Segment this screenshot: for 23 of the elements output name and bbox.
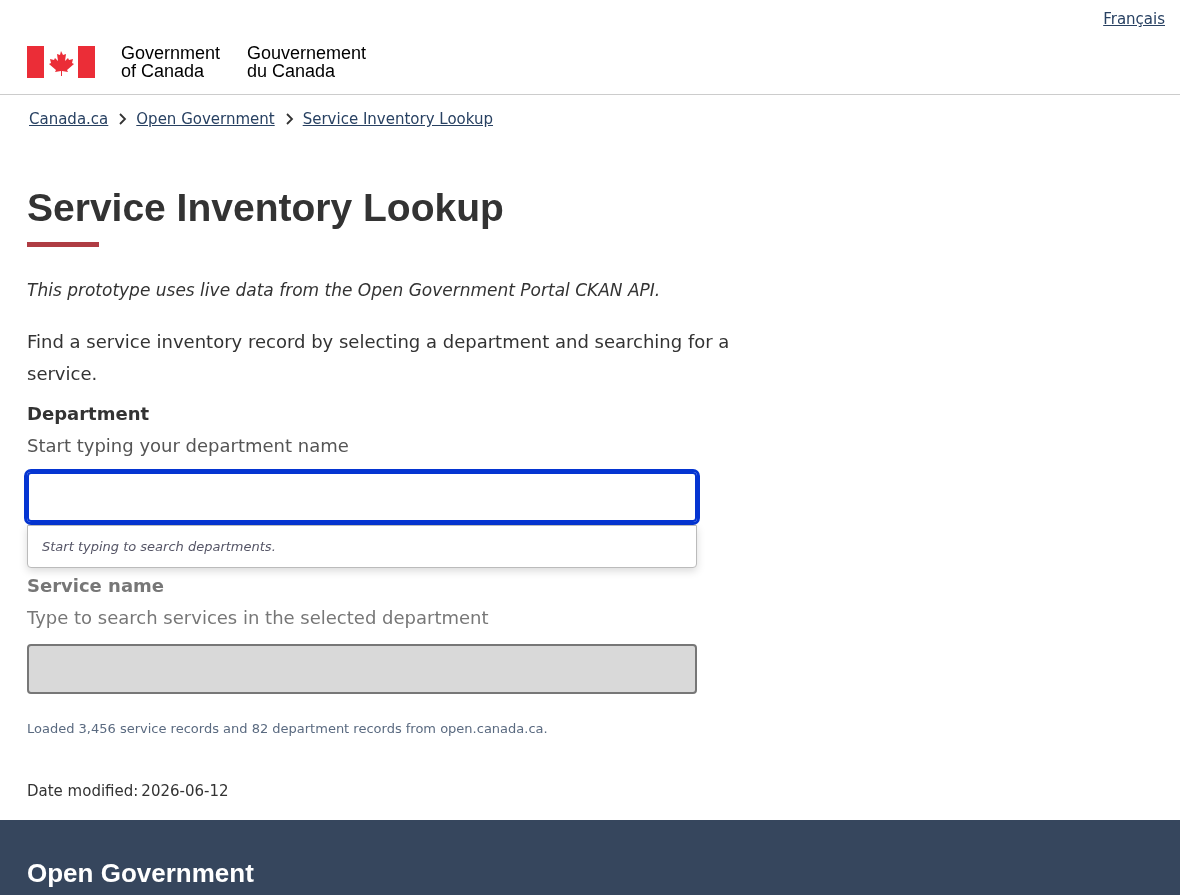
intro-note: This prototype uses live data from the Open Government Portal CKAN API. <box>27 279 662 302</box>
field-hint: Start typing your department name <box>27 434 350 458</box>
chevron-icon <box>283 112 294 126</box>
language-link[interactable]: Français <box>1103 10 1165 30</box>
footer-title: Open Government <box>27 858 255 888</box>
intro-text: Find a service inventory record by selecting a department and searching for a service. <box>27 330 731 386</box>
text-field[interactable] <box>27 472 697 522</box>
government-name-french: Gouvernement du Canada <box>247 44 367 80</box>
breadcrumb-link[interactable]: Canada.ca <box>29 110 109 128</box>
field-label: Service name <box>27 574 166 598</box>
page-title: Service Inventory Lookup <box>27 185 505 231</box>
breadcrumb-link[interactable]: Service Inventory Lookup <box>302 110 493 128</box>
government-name-english: Government of Canada <box>121 44 221 80</box>
flag-icon <box>27 46 95 78</box>
field-hint: Type to search services in the selected department <box>27 606 490 630</box>
suggestion-message: Start typing to search departments. <box>41 539 276 554</box>
date-modified-value: 2026-06-12 <box>141 782 229 800</box>
breadcrumb-link[interactable]: Open Government <box>136 110 275 128</box>
field-label: Department <box>27 402 151 426</box>
chevron-icon <box>117 112 128 126</box>
title-underline <box>27 242 99 247</box>
date-modified-label: Date modified: <box>27 782 139 800</box>
status-message: Loaded 3,456 service records and 82 department records from open.canada.ca. <box>27 720 549 738</box>
